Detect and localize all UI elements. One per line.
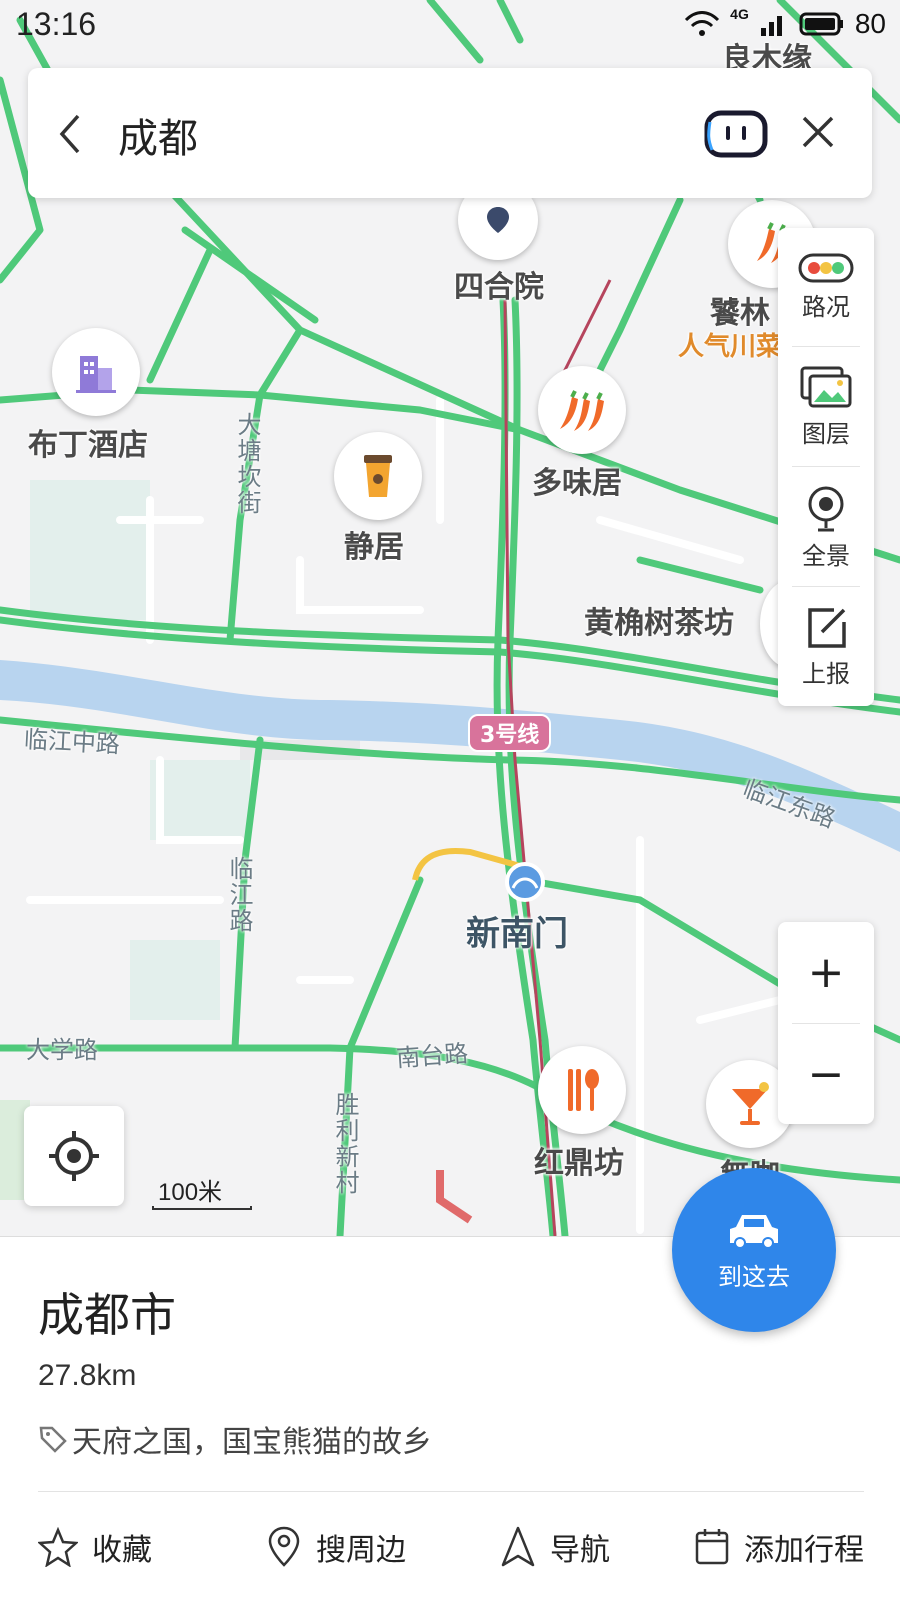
place-tagline: 天府之国，国宝熊猫的故乡 (38, 1417, 432, 1461)
poi-duoweiju-marker[interactable] (538, 366, 626, 454)
close-icon[interactable] (800, 114, 836, 150)
search-nearby-button[interactable]: 搜周边 (266, 1507, 406, 1587)
network-type: 4G (730, 6, 749, 22)
navigation-icon (501, 1526, 535, 1567)
poi-label[interactable]: 布丁酒店 (28, 420, 148, 464)
zoom-out-button[interactable]: − (778, 1024, 874, 1124)
street-label: 临江路 (225, 856, 253, 934)
divider (792, 586, 860, 587)
map-tools-panel: 路况 图层 全景 上报 (778, 228, 874, 706)
tool-label: 全景 (802, 541, 850, 570)
action-label: 添加行程 (744, 1533, 864, 1568)
favorite-button[interactable]: 收藏 (38, 1507, 152, 1587)
street-label: 南台路 (395, 1039, 470, 1073)
action-label: 导航 (550, 1533, 610, 1568)
zoom-controls: + − (778, 922, 874, 1124)
poi-subtitle: 人气川菜 (678, 332, 783, 362)
tool-label: 上报 (802, 659, 850, 688)
battery-level: 80 (854, 8, 886, 39)
metro-line-badge: 3号线 (468, 714, 552, 752)
street-label: 大塘坎街 (233, 412, 261, 516)
map-scale: 100米 (152, 1172, 252, 1212)
action-label: 收藏 (92, 1533, 152, 1568)
status-icons: 4G 80 (684, 6, 886, 40)
poi-jingju-marker[interactable] (334, 432, 422, 520)
search-input[interactable]: 成都 (118, 106, 198, 164)
tagline-text: 天府之国，国宝熊猫的故乡 (72, 1425, 432, 1460)
street-label: 大学路 (26, 1036, 98, 1064)
battery-icon (799, 12, 843, 36)
scale-text: 100米 (158, 1179, 223, 1206)
back-icon[interactable] (56, 112, 86, 156)
chili-icon (560, 390, 604, 431)
star-icon (38, 1527, 78, 1567)
coffee-icon (364, 455, 392, 497)
assistant-icon[interactable] (704, 110, 768, 158)
tool-label: 路况 (802, 292, 850, 321)
navigate-button[interactable]: 导航 (500, 1507, 610, 1587)
tool-label: 图层 (802, 419, 850, 448)
traffic-light-icon (798, 253, 854, 282)
poi-label[interactable]: 四合院 (454, 262, 544, 306)
poi-label[interactable]: 静居 (344, 522, 404, 566)
calendar-icon (695, 1529, 729, 1565)
poi-hongdingfang-marker[interactable] (538, 1046, 626, 1134)
add-itinerary-button[interactable]: 添加行程 (694, 1507, 864, 1587)
tool-traffic[interactable]: 路况 (778, 228, 874, 346)
location-pin-icon (268, 1526, 300, 1567)
pin-icon (487, 207, 509, 233)
panorama-icon (808, 486, 844, 531)
car-icon (730, 1214, 778, 1249)
divider (792, 466, 860, 467)
place-distance: 27.8km (38, 1359, 137, 1392)
action-label: 搜周边 (316, 1533, 406, 1568)
street-label: 临江中路 (23, 725, 121, 759)
divider (38, 1491, 864, 1492)
action-bar: 收藏 搜周边 导航 添加行程 (0, 1507, 900, 1587)
cocktail-icon (732, 1082, 769, 1125)
tool-panorama[interactable]: 全景 (778, 468, 874, 586)
status-bar: 13:16 4G 80 (0, 0, 900, 52)
crosshair-icon (49, 1131, 99, 1181)
wifi-icon (685, 11, 720, 36)
go-here-button[interactable]: 到这去 (672, 1168, 836, 1332)
search-bar: 成都 (28, 68, 872, 198)
tool-layers[interactable]: 图层 (778, 348, 874, 466)
metro-station-label[interactable]: 新南门 (466, 906, 568, 955)
place-name: 成都市 (38, 1288, 176, 1342)
tool-report[interactable]: 上报 (778, 588, 874, 706)
signal-icon (760, 16, 782, 36)
zoom-in-button[interactable]: + (778, 922, 874, 1022)
poi-label[interactable]: 黄桷树茶坊 (584, 598, 734, 642)
divider (792, 346, 860, 347)
poi-label[interactable]: 多味居 (532, 458, 622, 502)
report-icon (808, 607, 846, 648)
restaurant-icon (568, 1069, 599, 1111)
go-here-label: 到这去 (718, 1262, 790, 1291)
hotel-icon (76, 356, 116, 393)
street-label: 胜利新村 (331, 1092, 359, 1196)
poi-label[interactable]: 红鼎坊 (534, 1138, 624, 1182)
poi-buding-hotel-marker[interactable] (52, 328, 140, 416)
tag-icon (39, 1426, 67, 1453)
scale-bar (152, 1206, 252, 1210)
locate-button[interactable] (24, 1106, 124, 1206)
layers-icon (800, 366, 852, 407)
status-time: 13:16 (16, 6, 97, 42)
